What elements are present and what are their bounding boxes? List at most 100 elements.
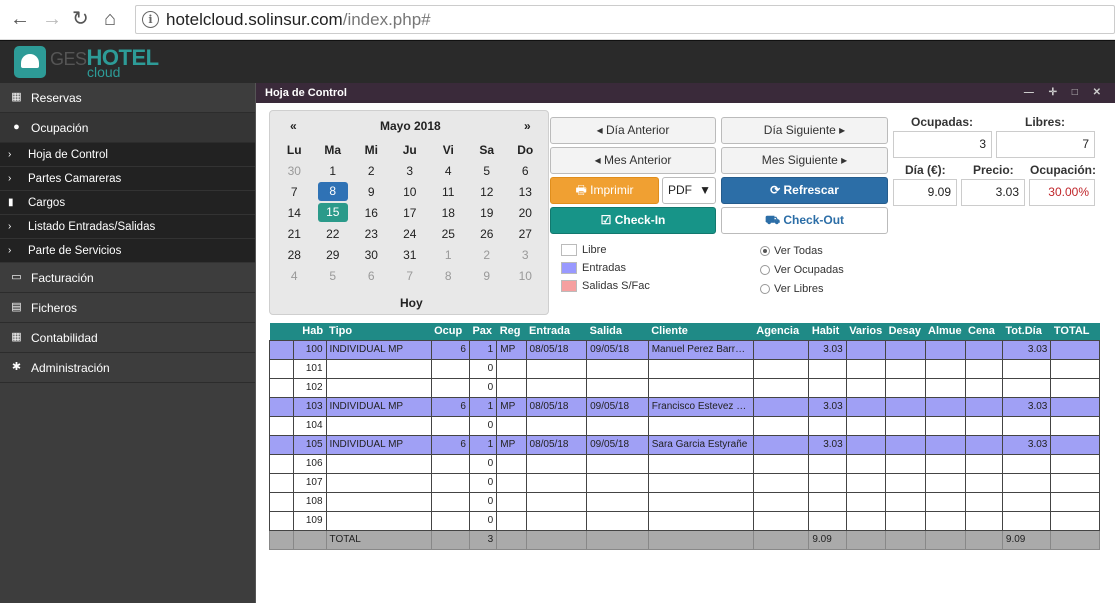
calendar-day[interactable]: 4 <box>275 269 314 283</box>
column-header[interactable]: Tot.Día <box>1002 323 1051 340</box>
sidebar-subitem-partes-camareras[interactable]: › Partes Camareras <box>0 167 255 191</box>
dia-siguiente-button[interactable]: Día Siguiente ▸ <box>721 117 888 144</box>
column-header[interactable]: Salida <box>586 323 649 340</box>
table-row[interactable]: 109 0 <box>268 510 1100 531</box>
sidebar-subitem-listado[interactable]: › Listado Entradas/Salidas <box>0 215 255 239</box>
calendar-day[interactable]: 17 <box>391 206 430 220</box>
checkin-button[interactable]: ☑ Check-In <box>550 207 716 234</box>
calendar-day[interactable]: 7 <box>275 185 314 199</box>
imprimir-button[interactable]: 🖶 Imprimir <box>550 177 659 204</box>
calendar-day[interactable]: 26 <box>468 227 507 241</box>
column-header[interactable]: Agencia <box>753 323 809 340</box>
table-row[interactable]: 102 0 <box>268 377 1100 398</box>
calendar-day[interactable]: 15 <box>317 203 348 222</box>
calendar-day[interactable]: 12 <box>468 185 507 199</box>
column-header[interactable]: Cena <box>965 323 1003 340</box>
column-header[interactable]: Desay <box>885 323 925 340</box>
ocupacion-field[interactable]: 30.00% <box>1029 179 1095 206</box>
home-icon[interactable]: ⌂ <box>104 9 116 29</box>
window-controls[interactable]: — ✛ □ ✕ <box>1024 83 1107 103</box>
table-row[interactable]: 108 0 <box>268 491 1100 512</box>
column-header[interactable]: Entrada <box>526 323 587 340</box>
table-row[interactable]: 104 0 <box>268 415 1100 436</box>
calendar-day[interactable]: 25 <box>429 227 468 241</box>
calendar-next-button[interactable]: » <box>524 119 531 133</box>
refrescar-button[interactable]: ⟳ Refrescar <box>721 177 888 204</box>
calendar-day[interactable]: 19 <box>468 206 507 220</box>
info-icon[interactable]: i <box>142 11 159 28</box>
column-header[interactable]: Habit <box>808 323 847 340</box>
calendar-day[interactable]: 27 <box>506 227 545 241</box>
column-header[interactable]: Pax <box>469 323 497 340</box>
column-header[interactable]: TOTAL <box>1050 323 1100 340</box>
column-header[interactable]: Almue <box>925 323 966 340</box>
column-header[interactable]: Ocup <box>431 323 470 340</box>
calendar-day[interactable]: 4 <box>429 164 468 178</box>
calendar-day[interactable]: 9 <box>352 185 391 199</box>
sidebar-item-contabilidad[interactable]: ▦ Contabilidad <box>0 323 255 353</box>
checkout-button[interactable]: ⛟ Check-Out <box>721 207 888 234</box>
calendar-day[interactable]: 8 <box>317 182 348 201</box>
sidebar-subitem-hoja-control[interactable]: › Hoja de Control <box>0 143 255 167</box>
table-row[interactable]: 106 0 <box>268 453 1100 474</box>
calendar-day[interactable]: 22 <box>314 227 353 241</box>
radio-icon[interactable] <box>760 246 770 256</box>
calendar-day[interactable]: 6 <box>506 164 545 178</box>
sidebar-subitem-parte-servicios[interactable]: › Parte de Servicios <box>0 239 255 263</box>
dia-anterior-button[interactable]: ◂ Día Anterior <box>550 117 716 144</box>
calendar-day[interactable]: 14 <box>275 206 314 220</box>
calendar-day[interactable]: 23 <box>352 227 391 241</box>
column-header[interactable]: Hab <box>293 323 327 340</box>
sidebar-item-reservas[interactable]: ▦ Reservas <box>0 83 255 113</box>
sidebar-subitem-cargos[interactable]: ▮ Cargos <box>0 191 255 215</box>
table-row[interactable]: 103 INDIVIDUAL MP 6 1 MP 08/05/18 09/05/18 Fran… <box>268 396 1100 417</box>
calendar-day[interactable]: 16 <box>352 206 391 220</box>
format-select[interactable]: PDF ▼ <box>662 177 716 204</box>
calendar-day[interactable]: 29 <box>314 248 353 262</box>
table-row[interactable]: 107 0 <box>268 472 1100 493</box>
calendar-today-button[interactable]: Hoy <box>400 296 423 310</box>
back-icon[interactable]: ← <box>10 9 30 29</box>
calendar-prev-button[interactable]: « <box>290 119 297 133</box>
column-header[interactable] <box>269 323 294 340</box>
calendar-day[interactable]: 10 <box>391 185 430 199</box>
column-header[interactable]: Reg <box>496 323 527 340</box>
mes-anterior-button[interactable]: ◂ Mes Anterior <box>550 147 716 174</box>
sidebar-item-facturacion[interactable]: ▭ Facturación <box>0 263 255 293</box>
calendar-day[interactable]: 11 <box>429 185 468 199</box>
calendar-day[interactable]: 2 <box>468 248 507 262</box>
radio-icon[interactable] <box>760 265 770 275</box>
filter-ver-ocupadas[interactable]: Ver Ocupadas <box>760 264 844 276</box>
calendar-day[interactable]: 1 <box>314 164 353 178</box>
calendar-day[interactable]: 10 <box>506 269 545 283</box>
dia-field[interactable]: 9.09 <box>893 179 957 206</box>
sidebar-item-administracion[interactable]: ✱ Administración <box>0 353 255 383</box>
calendar-day[interactable]: 5 <box>314 269 353 283</box>
precio-field[interactable]: 3.03 <box>961 179 1025 206</box>
filter-ver-todas[interactable]: Ver Todas <box>760 245 823 257</box>
sidebar-item-ficheros[interactable]: ▤ Ficheros <box>0 293 255 323</box>
column-header[interactable]: Varios <box>846 323 886 340</box>
calendar-day[interactable]: 2 <box>352 164 391 178</box>
table-row[interactable]: 105 INDIVIDUAL MP 6 1 MP 08/05/18 09/05/18 Sara… <box>268 434 1100 455</box>
calendar-day[interactable]: 30 <box>275 164 314 178</box>
calendar-day[interactable]: 31 <box>391 248 430 262</box>
radio-icon[interactable] <box>760 284 770 294</box>
table-row[interactable]: 100 INDIVIDUAL MP 6 1 MP 08/05/18 09/05/18 Manu… <box>268 339 1100 360</box>
calendar-month-title[interactable]: Mayo 2018 <box>380 119 441 133</box>
calendar-day[interactable]: 6 <box>352 269 391 283</box>
calendar-day[interactable]: 21 <box>275 227 314 241</box>
libres-field[interactable]: 7 <box>996 131 1095 158</box>
address-bar[interactable]: i hotelcloud.solinsur.com/index.php# <box>135 5 1115 34</box>
calendar-day[interactable]: 28 <box>275 248 314 262</box>
calendar-day[interactable]: 3 <box>506 248 545 262</box>
column-header[interactable]: Cliente <box>648 323 754 340</box>
calendar-day[interactable]: 30 <box>352 248 391 262</box>
forward-icon[interactable]: → <box>42 9 62 29</box>
calendar-day[interactable]: 18 <box>429 206 468 220</box>
calendar-day[interactable]: 5 <box>468 164 507 178</box>
sidebar-item-ocupacion[interactable]: ● Ocupación <box>0 113 255 143</box>
calendar-day[interactable]: 20 <box>506 206 545 220</box>
calendar-day[interactable]: 3 <box>391 164 430 178</box>
ocupadas-field[interactable]: 3 <box>893 131 992 158</box>
